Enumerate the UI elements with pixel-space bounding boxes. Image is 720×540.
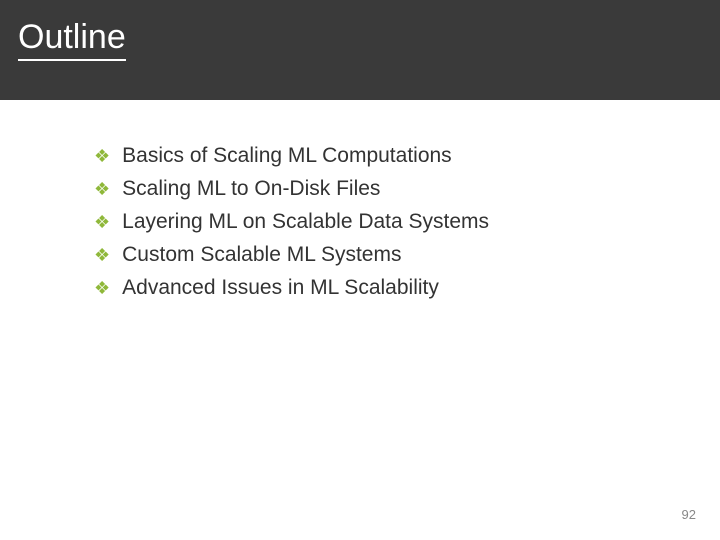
list-item-text: Advanced Issues in ML Scalability (122, 276, 439, 300)
list-item-text: Basics of Scaling ML Computations (122, 144, 452, 168)
slide-header: Outline (0, 0, 720, 100)
list-item: ❖ Scaling ML to On-Disk Files (94, 177, 720, 201)
list-item: ❖ Basics of Scaling ML Computations (94, 144, 720, 168)
bullet-icon: ❖ (94, 246, 110, 264)
slide-title: Outline (18, 18, 126, 61)
list-item-text: Scaling ML to On-Disk Files (122, 177, 380, 201)
bullet-icon: ❖ (94, 213, 110, 231)
bullet-icon: ❖ (94, 279, 110, 297)
list-item-text: Custom Scalable ML Systems (122, 243, 401, 267)
bullet-icon: ❖ (94, 180, 110, 198)
slide-content: ❖ Basics of Scaling ML Computations ❖ Sc… (0, 100, 720, 300)
outline-list: ❖ Basics of Scaling ML Computations ❖ Sc… (94, 144, 720, 300)
list-item: ❖ Advanced Issues in ML Scalability (94, 276, 720, 300)
list-item: ❖ Custom Scalable ML Systems (94, 243, 720, 267)
list-item: ❖ Layering ML on Scalable Data Systems (94, 210, 720, 234)
bullet-icon: ❖ (94, 147, 110, 165)
list-item-text: Layering ML on Scalable Data Systems (122, 210, 489, 234)
page-number: 92 (682, 507, 696, 522)
